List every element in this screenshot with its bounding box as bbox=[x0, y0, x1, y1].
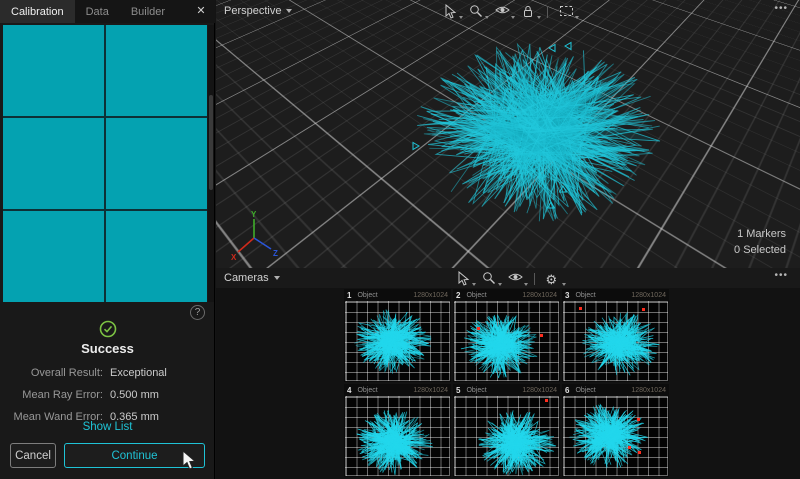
camera-image bbox=[454, 301, 559, 381]
axis-gizmo: Y X Z bbox=[230, 210, 280, 262]
camera-view-6[interactable]: 6 Object 1280x1024 bbox=[562, 384, 669, 477]
toolbar-separator bbox=[534, 273, 535, 285]
camera-number: 6 bbox=[565, 386, 569, 395]
result-label: Mean Ray Error: bbox=[0, 389, 103, 401]
camera-view-4[interactable]: 4 Object 1280x1024 bbox=[344, 384, 451, 477]
motive-app-window: Calibration Data Builder ✕ ? Success Ove… bbox=[0, 0, 800, 479]
show-list-link[interactable]: Show List bbox=[0, 421, 215, 433]
camera-number: 4 bbox=[347, 386, 351, 395]
error-marker-dot bbox=[638, 451, 641, 454]
axis-z-label: Z bbox=[273, 249, 278, 258]
axis-y-label: Y bbox=[251, 210, 257, 219]
camera-views-grid: 1 Object 1280x1024 2 Object 1280x1024 3 Objec… bbox=[344, 289, 669, 477]
toolbar-separator bbox=[547, 6, 548, 18]
camera-image bbox=[345, 396, 450, 476]
camera-resolution: 1280x1024 bbox=[631, 292, 666, 299]
camera-frustum-icon[interactable] bbox=[411, 138, 421, 156]
more-options-icon[interactable]: ••• bbox=[774, 3, 788, 14]
error-marker-dot bbox=[579, 307, 582, 310]
coverage-cell bbox=[106, 25, 207, 116]
ground-grid bbox=[216, 0, 800, 258]
coverage-cell bbox=[3, 25, 104, 116]
result-value: Exceptional bbox=[110, 367, 167, 379]
coverage-cell bbox=[106, 211, 207, 302]
selection-status: 1 Markers 0 Selected bbox=[734, 226, 786, 258]
selected-count: 0 Selected bbox=[734, 242, 786, 258]
camera-mode-label: Object bbox=[466, 387, 486, 394]
more-options-icon[interactable]: ••• bbox=[774, 270, 788, 281]
calibration-pane: Calibration Data Builder ✕ ? Success Ove… bbox=[0, 0, 215, 479]
calibration-coverage-grid[interactable] bbox=[3, 25, 207, 302]
axis-x-label: X bbox=[231, 253, 237, 262]
select-arrow-icon[interactable] bbox=[443, 4, 458, 19]
settings-gear-icon[interactable]: ⚙ bbox=[546, 271, 561, 286]
camera-resolution: 1280x1024 bbox=[522, 292, 557, 299]
result-label: Overall Result: bbox=[0, 367, 103, 379]
error-marker-dot bbox=[477, 327, 480, 330]
scrollbar-thumb[interactable] bbox=[209, 95, 213, 190]
camera-number: 1 bbox=[347, 291, 351, 300]
help-icon[interactable]: ? bbox=[190, 305, 205, 320]
error-marker-dot bbox=[637, 418, 640, 421]
scrollbar[interactable] bbox=[208, 25, 214, 302]
cameras-toolbar: ⚙ bbox=[216, 271, 800, 286]
lock-icon[interactable] bbox=[521, 4, 536, 19]
camera-image bbox=[345, 301, 450, 381]
tab-builder[interactable]: Builder bbox=[120, 0, 176, 23]
error-marker-dot bbox=[545, 399, 548, 402]
pane-tabs: Calibration Data Builder ✕ bbox=[0, 0, 215, 23]
cancel-button[interactable]: Cancel bbox=[10, 443, 56, 468]
camera-mode-label: Object bbox=[357, 387, 377, 394]
camera-mode-label: Object bbox=[466, 292, 486, 299]
camera-number: 3 bbox=[565, 291, 569, 300]
error-marker-dot bbox=[628, 446, 631, 449]
camera-resolution: 1280x1024 bbox=[413, 387, 448, 394]
coverage-cell bbox=[3, 118, 104, 209]
camera-resolution: 1280x1024 bbox=[631, 387, 666, 394]
camera-image bbox=[563, 301, 668, 381]
zoom-magnifier-icon[interactable] bbox=[482, 271, 497, 286]
markers-count: 1 Markers bbox=[734, 226, 786, 242]
selection-marquee-icon[interactable] bbox=[559, 4, 574, 19]
close-icon[interactable]: ✕ bbox=[194, 4, 208, 18]
camera-mode-label: Object bbox=[575, 387, 595, 394]
camera-view-2[interactable]: 2 Object 1280x1024 bbox=[453, 289, 560, 382]
camera-frustum-icon[interactable] bbox=[558, 181, 568, 199]
tab-calibration[interactable]: Calibration bbox=[0, 0, 75, 23]
camera-mode-label: Object bbox=[357, 292, 377, 299]
camera-image bbox=[563, 396, 668, 476]
result-row: Mean Ray Error: 0.500 mm bbox=[0, 384, 215, 406]
camera-number: 2 bbox=[456, 291, 460, 300]
camera-mode-label: Object bbox=[575, 292, 595, 299]
camera-view-1[interactable]: 1 Object 1280x1024 bbox=[344, 289, 451, 382]
tab-data[interactable]: Data bbox=[75, 0, 120, 23]
error-marker-dot bbox=[540, 334, 543, 337]
camera-frustum-icon[interactable] bbox=[547, 40, 557, 58]
result-value: 0.500 mm bbox=[110, 389, 159, 401]
error-marker-dot bbox=[642, 308, 645, 311]
cameras-header: Cameras ⚙ ••• bbox=[216, 268, 800, 288]
select-arrow-icon[interactable] bbox=[456, 271, 471, 286]
camera-view-5[interactable]: 5 Object 1280x1024 bbox=[453, 384, 560, 477]
zoom-magnifier-icon[interactable] bbox=[469, 4, 484, 19]
coverage-cell bbox=[3, 211, 104, 302]
viewport-toolbar bbox=[216, 4, 800, 19]
cameras-pane: Cameras ⚙ ••• 1 Object 1280x1024 2 Object 1 bbox=[216, 268, 800, 479]
coverage-cell bbox=[106, 118, 207, 209]
visibility-eye-icon[interactable] bbox=[508, 271, 523, 286]
perspective-viewport[interactable]: Perspective ••• Y X Z 1 Marker bbox=[216, 0, 800, 268]
camera-frustum-icon[interactable] bbox=[563, 38, 573, 56]
visibility-eye-icon[interactable] bbox=[495, 4, 510, 19]
continue-button[interactable]: Continue bbox=[64, 443, 205, 468]
calibration-result-title: Success bbox=[0, 341, 215, 356]
camera-image bbox=[454, 396, 559, 476]
camera-view-3[interactable]: 3 Object 1280x1024 bbox=[562, 289, 669, 382]
calibration-result-rows: Overall Result: Exceptional Mean Ray Err… bbox=[0, 362, 215, 428]
camera-number: 5 bbox=[456, 386, 460, 395]
camera-resolution: 1280x1024 bbox=[522, 387, 557, 394]
camera-resolution: 1280x1024 bbox=[413, 292, 448, 299]
camera-frustum-icon[interactable] bbox=[546, 197, 556, 215]
result-row: Overall Result: Exceptional bbox=[0, 362, 215, 384]
success-check-icon bbox=[99, 320, 117, 338]
